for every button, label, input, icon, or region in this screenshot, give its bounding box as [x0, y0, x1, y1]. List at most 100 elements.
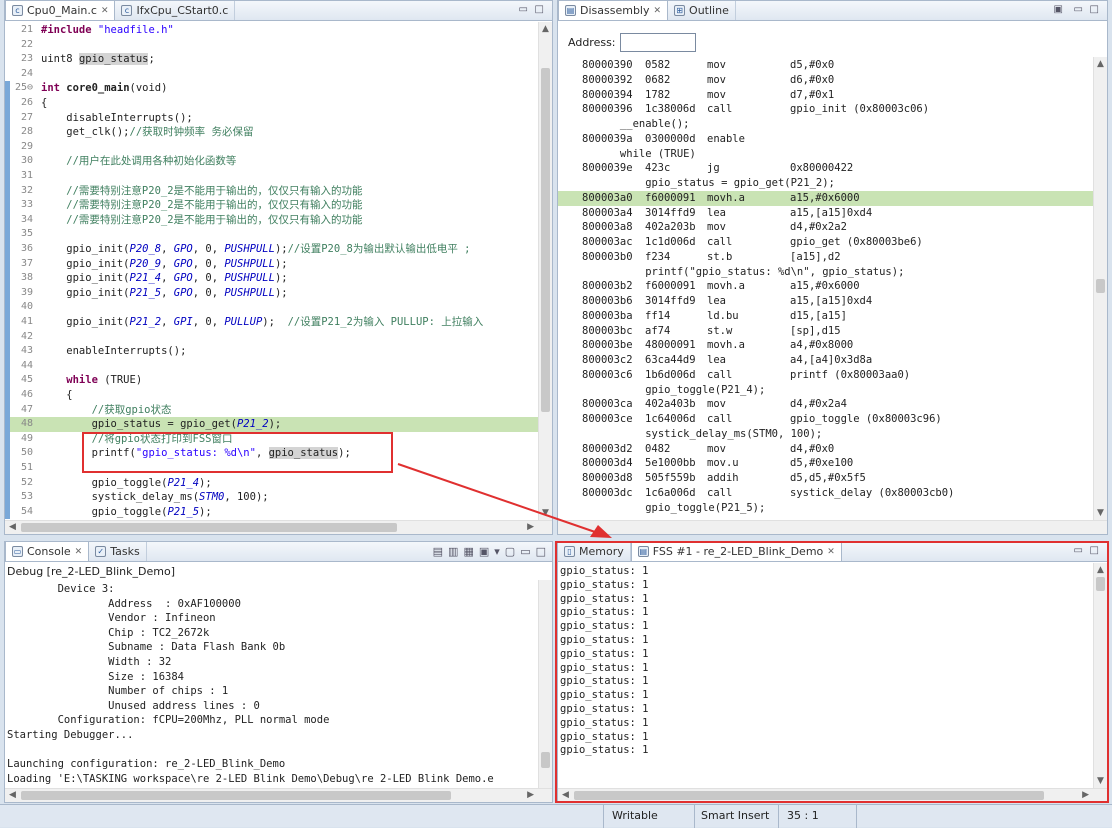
editor-horizontal-scrollbar[interactable]: ◀ ▶ [5, 520, 552, 534]
console-horizontal-scrollbar[interactable]: ◀ ▶ [5, 788, 552, 802]
disassembly-line: 80000394 1782 mov d7,#0x1 [558, 88, 1093, 103]
code-line: 33 //需要特别注意P20_2是不能用于输出的，仅仅只有输入的功能 [5, 198, 538, 213]
tab-fss[interactable]: ▤ FSS #1 - re_2-LED_Blink_Demo ✕ [630, 542, 842, 561]
console-output[interactable]: Device 3: Address : 0xAF100000 Vendor : … [7, 582, 538, 788]
scroll-lock-icon[interactable]: ▥ [448, 545, 458, 558]
disassembly-listing[interactable]: 80000390 0582 mov d5,#0x0 80000392 0682 mov d6,… [558, 57, 1093, 520]
disassembly-line: 800003b6 3014ffd9 lea a15,[a15]0xd4 [558, 294, 1093, 309]
code-token: P20_8 [129, 243, 162, 255]
tab-memory[interactable]: ▯ Memory [558, 542, 631, 561]
opcode-hex: 1c38006d [645, 103, 696, 116]
close-icon[interactable]: ✕ [101, 6, 109, 16]
console-vertical-scrollbar[interactable] [538, 580, 552, 788]
address: 800003d2 [582, 442, 633, 455]
disassembly-line: 800003a8 402a203b mov d4,#0x2a2 [558, 220, 1093, 235]
console-line: Size : 16384 [7, 670, 185, 683]
clear-console-icon[interactable]: ▤ [433, 545, 443, 558]
highlight-box-printf [82, 432, 393, 473]
tab-cpu0-main[interactable]: c Cpu0_Main.c ✕ [5, 1, 116, 20]
code-token: while [41, 374, 105, 387]
code-line: 29 [5, 139, 538, 155]
fss-horizontal-scrollbar[interactable]: ◀ ▶ [558, 788, 1107, 802]
maximize-icon[interactable]: □ [1090, 545, 1099, 556]
address-input[interactable] [619, 33, 696, 52]
tab-ifxcpu-cstart0[interactable]: c IfxCpu_CStart0.c [115, 1, 236, 20]
code-line: 46 { [5, 388, 538, 403]
minimize-icon[interactable]: ▭ [519, 4, 528, 15]
breakpoint-ruler [5, 256, 10, 272]
memory-icon: ▯ [564, 546, 575, 557]
maximize-icon[interactable]: □ [535, 4, 544, 15]
scroll-thumb[interactable] [1096, 279, 1105, 293]
opcode-hex: 1b6d006d [645, 368, 696, 381]
code-line: 36 gpio_init(P20_8, GPO, 0, PUSHPULL);//… [5, 242, 538, 257]
code-token: //设置P21_2为输入 PULLUP: 上拉输入 [287, 316, 484, 328]
scroll-thumb[interactable] [541, 68, 550, 412]
source-line: gpio_toggle(P21_4); [558, 383, 1093, 398]
display-console-icon[interactable]: ▾ [494, 545, 500, 558]
disassembly-vertical-scrollbar[interactable]: ▲ ▼ [1093, 57, 1107, 520]
code-text: //获取gpio状态 [41, 403, 172, 418]
fss-output[interactable]: gpio_status: 1 gpio_status: 1 gpio_status:… [560, 565, 1093, 788]
mnemonic: lea [707, 206, 726, 219]
c-file-icon: c [121, 5, 133, 16]
pin-console-icon[interactable]: ▣ [479, 545, 489, 558]
code-token: //需要特别注意P20_2是不能用于输出的，仅仅只有输入的功能 [41, 213, 363, 226]
opcode-hex: 1c64006d [645, 413, 696, 425]
code-token: PULLUP [224, 316, 263, 328]
disassembly-horizontal-scrollbar[interactable] [558, 520, 1107, 534]
address: 800003b2 [582, 280, 633, 293]
close-icon[interactable]: ✕ [75, 547, 83, 557]
source-text: gpio_status = gpio_get(P21_2); [582, 177, 835, 189]
code-token: int [41, 82, 67, 95]
link-with-editor-icon[interactable]: ▣ [1054, 4, 1063, 15]
new-console-icon[interactable]: ▢ [505, 545, 515, 558]
fss-line: gpio_status: 1 [560, 606, 649, 619]
code-line: 25⊖ int core0_main(void) [5, 81, 538, 96]
maximize-icon[interactable]: □ [536, 545, 546, 558]
code-line: 31 [5, 169, 538, 184]
close-icon[interactable]: ✕ [827, 547, 835, 557]
tab-console[interactable]: ▭ Console ✕ [5, 542, 90, 561]
code-token: GPI [173, 316, 193, 328]
maximize-icon[interactable]: □ [1090, 4, 1099, 15]
breakpoint-ruler [5, 402, 10, 418]
code-token: core0_main [66, 82, 130, 95]
code-token: get_clk(); [41, 126, 130, 139]
minimize-icon[interactable]: ▭ [520, 545, 530, 558]
tab-outline[interactable]: ⊞ Outline [668, 1, 736, 20]
word-wrap-icon[interactable]: ▦ [463, 545, 473, 558]
disassembly-pane: ▤ Disassembly ✕ ⊞ Outline ▣ ▭ □ Address:… [557, 0, 1108, 535]
code-text: gpio_toggle(P21_4); [41, 476, 212, 491]
editor-vertical-scrollbar[interactable]: ▲ ▼ [538, 22, 552, 520]
code-line: 34 //需要特别注意P20_2是不能用于输出的，仅仅只有输入的功能 [5, 212, 538, 228]
scroll-thumb[interactable] [1096, 577, 1105, 591]
fss-line: gpio_status: 1 [560, 689, 649, 702]
opcode-hex: f6000091 [645, 191, 696, 204]
fss-line: gpio_status: 1 [560, 675, 649, 688]
scroll-thumb[interactable] [574, 791, 1044, 800]
mnemonic: mov [707, 88, 726, 101]
mnemonic: call [707, 486, 733, 499]
status-insert-mode: Smart Insert [701, 809, 770, 822]
close-icon[interactable]: ✕ [654, 6, 662, 16]
status-divider [856, 805, 857, 828]
scroll-thumb[interactable] [21, 523, 397, 532]
operands: d4,#0x0 [790, 442, 835, 455]
scroll-thumb[interactable] [541, 752, 550, 768]
minimize-icon[interactable]: ▭ [1074, 545, 1083, 556]
address: 800003d4 [582, 457, 633, 470]
tab-label: FSS #1 - re_2-LED_Blink_Demo [652, 545, 824, 558]
address: 80000394 [582, 88, 633, 101]
minimize-icon[interactable]: ▭ [1074, 4, 1083, 15]
mnemonic: addih [707, 472, 739, 484]
address: 800003d8 [582, 472, 633, 484]
code-token: P21_2 [236, 418, 269, 431]
scroll-thumb[interactable] [21, 791, 451, 800]
code-token: ); [274, 286, 288, 299]
tab-disassembly[interactable]: ▤ Disassembly ✕ [558, 1, 669, 20]
operands: d6,#0x0 [790, 73, 835, 86]
tab-tasks[interactable]: ✓ Tasks [89, 542, 147, 561]
fss-vertical-scrollbar[interactable]: ▲ ▼ [1093, 563, 1107, 788]
